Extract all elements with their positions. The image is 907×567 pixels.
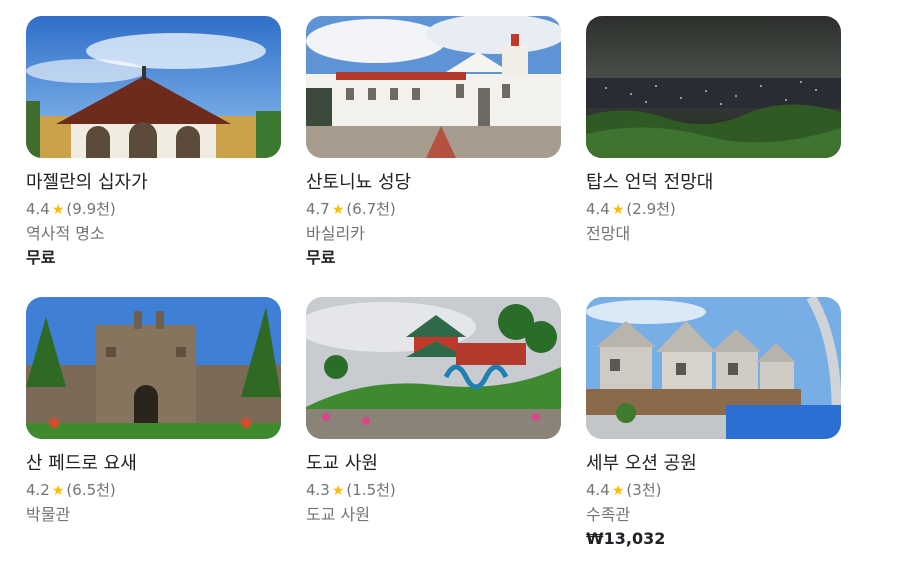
santo-nino-basilica-photo[interactable]: [306, 16, 561, 158]
place-title[interactable]: 탑스 언덕 전망대: [586, 171, 842, 195]
place-category: 역사적 명소: [26, 224, 105, 243]
review-count: (2.9천): [626, 200, 676, 218]
magellans-cross-photo[interactable]: [26, 16, 281, 158]
rating-value: 4.4: [586, 200, 610, 218]
place-price: 무료: [26, 248, 56, 267]
review-count: (9.9천): [66, 200, 116, 218]
star-icon: ★: [611, 202, 625, 218]
place-title[interactable]: 세부 오션 공원: [586, 452, 842, 476]
rating-row: 4.4 ★ (2.9천): [586, 199, 842, 220]
taoist-temple-photo[interactable]: [306, 297, 561, 439]
review-count: (3천): [626, 481, 662, 499]
place-category: 박물관: [26, 505, 71, 524]
rating-value: 4.3: [306, 481, 330, 499]
star-icon: ★: [331, 202, 345, 218]
rating-row: 4.7 ★ (6.7천): [306, 199, 562, 220]
cebu-ocean-park-photo[interactable]: [586, 297, 841, 439]
rating-row: 4.3 ★ (1.5천): [306, 480, 562, 501]
rating-value: 4.2: [26, 481, 50, 499]
place-category: 전망대: [586, 224, 631, 243]
review-count: (6.5천): [66, 481, 116, 499]
place-price: 무료: [306, 248, 336, 267]
rating-row: 4.2 ★ (6.5천): [26, 480, 282, 501]
rating-value: 4.7: [306, 200, 330, 218]
place-card-santo-nino-basilica[interactable]: 산토니뇨 성당 4.7 ★ (6.7천) 바실리카 무료: [306, 16, 562, 269]
place-card-magellans-cross[interactable]: 마젤란의 십자가 4.4 ★ (9.9천) 역사적 명소 무료: [26, 16, 282, 269]
tops-lookout-photo[interactable]: [586, 16, 841, 158]
star-icon: ★: [331, 483, 345, 499]
rating-value: 4.4: [586, 481, 610, 499]
star-icon: ★: [611, 483, 625, 499]
star-icon: ★: [51, 202, 65, 218]
review-count: (6.7천): [346, 200, 396, 218]
place-title[interactable]: 도교 사원: [306, 452, 562, 476]
place-card-tops-lookout[interactable]: 탑스 언덕 전망대 4.4 ★ (2.9천) 전망대: [586, 16, 842, 244]
star-icon: ★: [51, 483, 65, 499]
rating-row: 4.4 ★ (3천): [586, 480, 842, 501]
rating-value: 4.4: [26, 200, 50, 218]
place-title[interactable]: 마젤란의 십자가: [26, 171, 282, 195]
place-category: 수족관: [586, 505, 631, 524]
place-card-fort-san-pedro[interactable]: 산 페드로 요새 4.2 ★ (6.5천) 박물관: [26, 297, 282, 525]
rating-row: 4.4 ★ (9.9천): [26, 199, 282, 220]
place-category: 도교 사원: [306, 505, 370, 524]
review-count: (1.5천): [346, 481, 396, 499]
place-price: ₩13,032: [586, 529, 666, 548]
fort-san-pedro-photo[interactable]: [26, 297, 281, 439]
place-title[interactable]: 산토니뇨 성당: [306, 171, 562, 195]
place-card-cebu-ocean-park[interactable]: 세부 오션 공원 4.4 ★ (3천) 수족관 ₩13,032: [586, 297, 842, 550]
place-category: 바실리카: [306, 224, 365, 243]
place-card-taoist-temple[interactable]: 도교 사원 4.3 ★ (1.5천) 도교 사원: [306, 297, 562, 525]
place-title[interactable]: 산 페드로 요새: [26, 452, 282, 476]
